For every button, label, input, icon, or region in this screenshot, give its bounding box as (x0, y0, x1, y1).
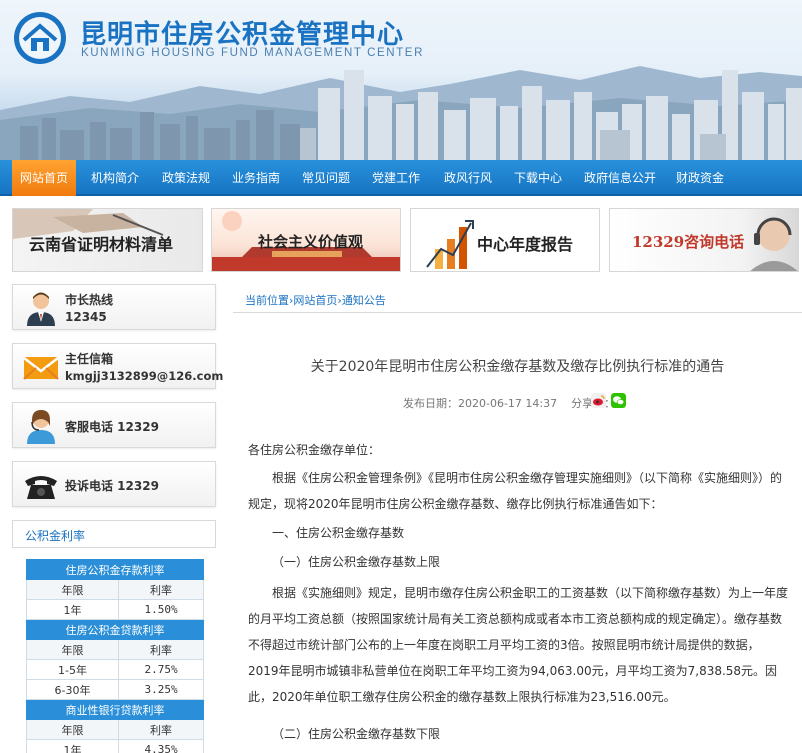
commercial-term-header: 年限 (25, 719, 120, 740)
loan-rate-cell: 3.25% (118, 679, 204, 700)
publish-date-label: 发布日期： (403, 397, 458, 410)
promo-hotline-label: 12329咨询电话 (632, 233, 745, 251)
promo-hotline-12329[interactable]: 12329咨询电话 (609, 208, 799, 272)
org-name-cn: 昆明市住房公积金管理中心 (80, 20, 405, 50)
loan-term-header: 年限 (25, 639, 120, 660)
nav-item-home[interactable]: 网站首页 (12, 160, 76, 196)
promo-annual-report-label: 中心年度报告 (477, 235, 574, 254)
mayor-hotline-card[interactable]: 市长热线 12345 (12, 284, 216, 330)
deposit-rate-header: 利率 (118, 579, 204, 600)
headset-agent-icon (750, 217, 798, 271)
nav-item-finance[interactable]: 财政资金 (666, 160, 734, 196)
commercial-rate-cell: 4.35% (118, 739, 204, 753)
nav-item-policy[interactable]: 政策法规 (152, 160, 220, 196)
loan-rate-title: 住房公积金贷款利率 (26, 619, 204, 640)
weibo-share-icon[interactable] (591, 393, 606, 408)
promo-certificate-list[interactable]: 云南省证明材料清单 (12, 208, 203, 272)
article-meta: 发布日期：2020-06-17 14:37分享到： (403, 395, 615, 411)
article-paragraph: 根据《住房公积金管理条例》《昆明市住房公积金缴存管理实施细则》（以下简称《实施细… (248, 471, 783, 511)
mayor-hotline-label: 市长热线 (65, 293, 114, 307)
article-paragraph: 根据《实施细则》规定，昆明市缴存住房公积金职工的工资基数（以下简称缴存基数）为上… (248, 586, 789, 704)
director-mailbox-card[interactable]: 主任信箱 kmgjj3132899@126.com (12, 343, 223, 389)
loan-rate-cell: 2.75% (118, 659, 204, 680)
deposit-rate-cell: 1.50% (118, 599, 204, 620)
customer-service-card[interactable]: 客服电话 12329 (12, 402, 216, 448)
main-nav: 网站首页 机构简介 政策法规 业务指南 常见问题 党建工作 政风行风 下载中心 … (0, 160, 802, 196)
deposit-term-header: 年限 (25, 579, 120, 600)
rates-section-title: 公积金利率 (25, 529, 86, 543)
table-row: 1-5年 2.75% (25, 659, 204, 680)
promo-certificate-label: 云南省证明材料清单 (29, 235, 174, 254)
breadcrumb-notices-link[interactable]: 通知公告 (342, 294, 386, 307)
person-suit-icon (27, 292, 55, 326)
nav-item-party[interactable]: 党建工作 (362, 160, 430, 196)
article-greeting: 各住房公积金缴存单位： (248, 443, 381, 457)
logo-house-icon (14, 12, 66, 64)
article-title: 关于2020年昆明市住房公积金缴存基数及缴存比例执行标准的通告 (310, 359, 725, 375)
table-row: 1年 4.35% (25, 739, 204, 753)
promo-core-values-label: 社会主义价值观 (258, 233, 364, 251)
service-agent-icon (27, 410, 55, 444)
breadcrumb-home-link[interactable]: 网站首页 (293, 294, 337, 307)
mayor-hotline-number: 12345 (65, 310, 107, 324)
promo-core-values[interactable]: 社会主义价值观 (211, 208, 401, 272)
commercial-term-cell: 1年 (25, 739, 120, 753)
loan-term-cell: 6-30年 (25, 679, 120, 700)
article-heading-1: 一、住房公积金缴存基数 (272, 526, 405, 540)
telephone-icon (25, 476, 57, 499)
rates-section-header: 公积金利率 (12, 520, 216, 548)
article-subheading-1: （一）住房公积金缴存基数上限 (272, 555, 441, 569)
director-mailbox-email[interactable]: kmgjj3132899@126.com (65, 369, 223, 383)
nav-item-guide[interactable]: 业务指南 (222, 160, 290, 196)
commercial-rate-title: 商业性银行贷款利率 (26, 699, 204, 720)
loan-term-cell: 1-5年 (25, 659, 120, 680)
bar-chart-arrow-icon (426, 220, 474, 269)
nav-item-about[interactable]: 机构简介 (80, 160, 150, 196)
complaint-hotline-card[interactable]: 投诉电话 12329 (12, 461, 216, 507)
promo-annual-report[interactable]: 中心年度报告 (410, 208, 600, 272)
nav-item-conduct[interactable]: 政风行风 (432, 160, 504, 196)
table-row: 6-30年 3.25% (25, 679, 204, 700)
director-mailbox-label: 主任信箱 (65, 352, 114, 366)
nav-item-faq[interactable]: 常见问题 (292, 160, 360, 196)
breadcrumb: 当前位置›网站首页›通知公告 (233, 284, 802, 313)
header-banner: 昆明市住房公积金管理中心 KUNMING HOUSING FUND MANAGE… (0, 0, 802, 160)
table-row: 1年 1.50% (25, 599, 204, 620)
nav-item-download[interactable]: 下载中心 (504, 160, 572, 196)
wechat-share-icon[interactable] (611, 393, 626, 408)
deposit-rate-title: 住房公积金存款利率 (26, 559, 204, 580)
commercial-rate-header: 利率 (118, 719, 204, 740)
nav-item-gov-info[interactable]: 政府信息公开 (574, 160, 666, 196)
customer-service-label: 客服电话 12329 (65, 420, 159, 434)
rates-table: 住房公积金存款利率 年限 利率 1年 1.50% 住房公积金贷款利率 年限 利率… (25, 559, 204, 753)
publish-date: 2020-06-17 14:37 (458, 397, 558, 410)
envelope-icon (23, 357, 59, 380)
org-name-en: KUNMING HOUSING FUND MANAGEMENT CENTER (81, 47, 424, 59)
article-subheading-2: （二）住房公积金缴存基数下限 (272, 727, 441, 741)
deposit-term-cell: 1年 (25, 599, 120, 620)
complaint-hotline-label: 投诉电话 12329 (65, 479, 159, 493)
breadcrumb-label: 当前位置 (245, 294, 289, 307)
loan-rate-header: 利率 (118, 639, 204, 660)
